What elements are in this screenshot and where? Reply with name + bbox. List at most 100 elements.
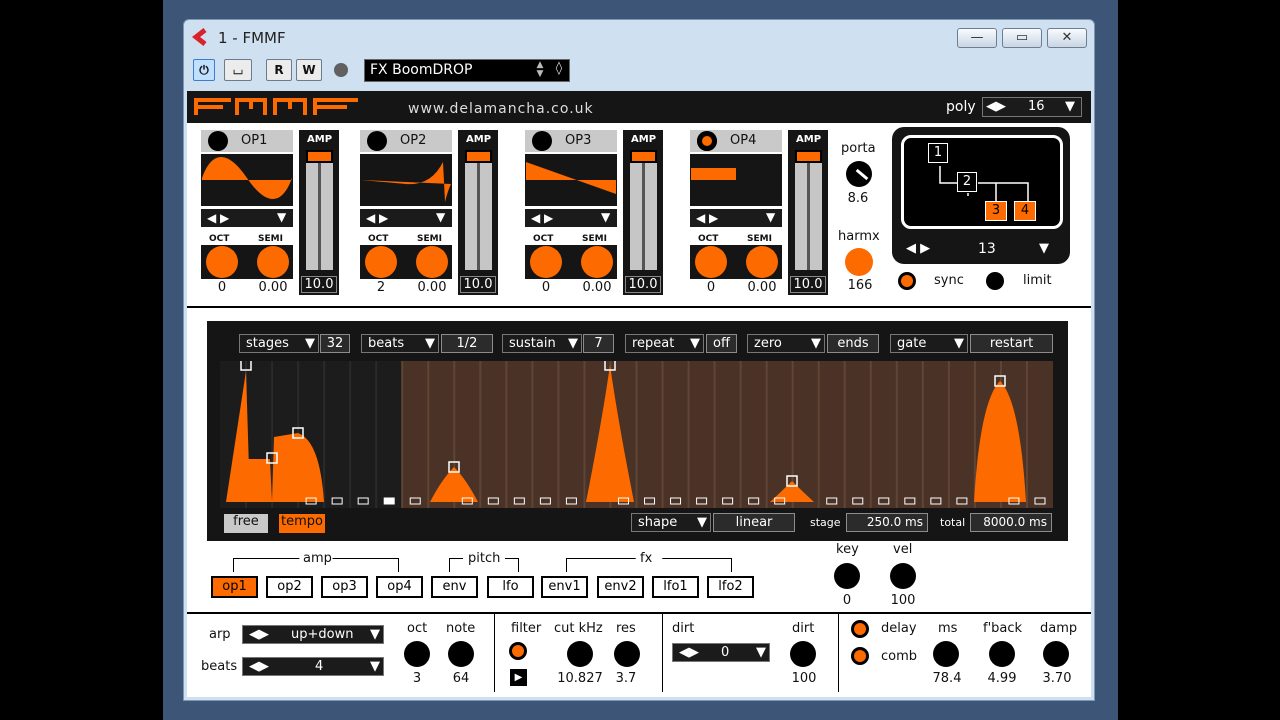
power-button[interactable]: ⏻ [193,59,215,81]
target-op4-button[interactable]: op4 [376,576,423,598]
op1-oct-knob[interactable] [206,246,238,278]
op2-wave-dropdown-icon[interactable]: ▼ [436,210,445,224]
stages-dropdown-icon[interactable]: ▼ [305,335,315,352]
op2-amp-handle[interactable] [465,150,492,163]
op1-wave-dropdown-icon[interactable]: ▼ [277,210,286,224]
arp-note-knob[interactable] [448,641,474,667]
filter-toggle[interactable] [509,642,527,660]
dirt-dropdown-icon[interactable]: ▼ [756,644,766,661]
target-lfo2-button[interactable]: lfo2 [707,576,754,598]
envelope-graph[interactable] [220,361,1053,508]
arp-beats-selector[interactable]: ◀▶ 4 ▼ [242,657,384,676]
shape-selector[interactable]: shape ▼ [631,513,711,532]
op4-wave-dropdown-icon[interactable]: ▼ [766,210,775,224]
dirt-arrows-icon[interactable]: ◀▶ [679,645,699,660]
repeat-value[interactable]: off [706,334,737,353]
op2-oct-knob[interactable] [365,246,397,278]
preset-menu-icon[interactable]: ◊ [551,61,567,80]
filter-type-icon[interactable]: ▶ [510,669,527,686]
maximize-button[interactable]: ▭ [1002,28,1042,48]
beats-value[interactable]: 1/2 [441,334,493,353]
harmx-knob[interactable] [845,248,873,276]
poly-selector[interactable]: ◀▶ 16 ▼ [982,97,1082,117]
target-env2-button[interactable]: env2 [597,576,644,598]
repeat-selector[interactable]: repeat ▼ [625,334,704,353]
sustain-dropdown-icon[interactable]: ▼ [568,335,578,352]
op2-semi-knob[interactable] [416,246,448,278]
stages-value[interactable]: 32 [320,334,350,353]
tempo-button[interactable]: tempo [279,514,325,533]
target-env-button[interactable]: env [431,576,478,598]
read-button[interactable]: R [266,59,292,81]
algorithm-arrows-icon[interactable]: ◀ ▶ [906,241,930,256]
op4-semi-knob[interactable] [746,246,778,278]
poly-arrows-icon[interactable]: ◀▶ [986,98,1006,115]
damp-knob[interactable] [1043,641,1069,667]
arp-beats-arrows-icon[interactable]: ◀▶ [249,659,269,674]
gate-selector[interactable]: gate ▼ [890,334,968,353]
shape-dropdown-icon[interactable]: ▼ [697,514,707,531]
op1-toggle[interactable] [208,131,228,151]
op3-amp-handle[interactable] [630,150,657,163]
vel-knob[interactable] [890,563,916,589]
algorithm-display[interactable] [901,135,1063,229]
stage-node[interactable] [383,497,395,505]
op4-oct-knob[interactable] [695,246,727,278]
res-knob[interactable] [614,641,640,667]
bypass-button[interactable]: ⌴ [224,59,252,81]
arp-selector[interactable]: ◀▶ up+down ▼ [242,625,384,644]
target-op1-button[interactable]: op1 [211,576,258,598]
ms-knob[interactable] [933,641,959,667]
dirt-mode-selector[interactable]: ◀▶ 0 ▼ [672,643,770,662]
close-button[interactable]: ✕ [1047,28,1087,48]
op3-wave-dropdown-icon[interactable]: ▼ [601,210,610,224]
stages-selector[interactable]: stages ▼ [239,334,319,353]
target-lfo-button[interactable]: lfo [487,576,534,598]
limit-toggle[interactable] [986,272,1004,290]
op4-waveform[interactable] [690,154,782,206]
poly-dropdown-icon[interactable]: ▼ [1065,98,1075,115]
total-value[interactable]: 8000.0 ms [970,513,1052,532]
op3-waveform[interactable] [525,154,617,206]
comb-toggle[interactable] [851,647,869,665]
target-lfo1-button[interactable]: lfo1 [652,576,699,598]
sustain-value[interactable]: 7 [583,334,614,353]
op1-amp-handle[interactable] [306,150,333,163]
gate-dropdown-icon[interactable]: ▼ [954,335,964,352]
op3-semi-knob[interactable] [581,246,613,278]
minimize-button[interactable]: — [957,28,997,48]
zero-dropdown-icon[interactable]: ▼ [811,335,821,352]
op3-oct-knob[interactable] [530,246,562,278]
target-env1-button[interactable]: env1 [541,576,588,598]
dirt-knob[interactable] [790,641,816,667]
website-url[interactable]: www.delamancha.co.uk [408,101,594,117]
fback-knob[interactable] [989,641,1015,667]
delay-toggle[interactable] [851,620,869,638]
write-button[interactable]: W [296,59,322,81]
op1-waveform[interactable] [201,154,293,206]
sustain-selector[interactable]: sustain ▼ [502,334,582,353]
target-op2-button[interactable]: op2 [266,576,313,598]
op2-toggle[interactable] [367,131,387,151]
gate-value[interactable]: restart [970,334,1053,353]
target-op3-button[interactable]: op3 [321,576,368,598]
arp-beats-dropdown-icon[interactable]: ▼ [370,658,380,675]
stage-value[interactable]: 250.0 ms [846,513,928,532]
op4-amp-handle[interactable] [795,150,822,163]
preset-arrows-icon[interactable]: ▲ ▼ [533,61,547,80]
cutoff-knob[interactable] [567,641,593,667]
arp-dropdown-icon[interactable]: ▼ [370,626,380,643]
beats-dropdown-icon[interactable]: ▼ [425,335,435,352]
arp-oct-knob[interactable] [404,641,430,667]
free-button[interactable]: free [224,514,268,533]
zero-selector[interactable]: zero ▼ [747,334,825,353]
zero-value[interactable]: ends [827,334,879,353]
algorithm-dropdown-icon[interactable]: ▼ [1039,241,1049,256]
arp-arrows-icon[interactable]: ◀▶ [249,627,269,642]
op1-semi-knob[interactable] [257,246,289,278]
op3-toggle[interactable] [532,131,552,151]
repeat-dropdown-icon[interactable]: ▼ [690,335,700,352]
sync-toggle[interactable] [898,272,916,290]
op2-waveform[interactable] [360,154,452,206]
beats-selector[interactable]: beats ▼ [361,334,439,353]
